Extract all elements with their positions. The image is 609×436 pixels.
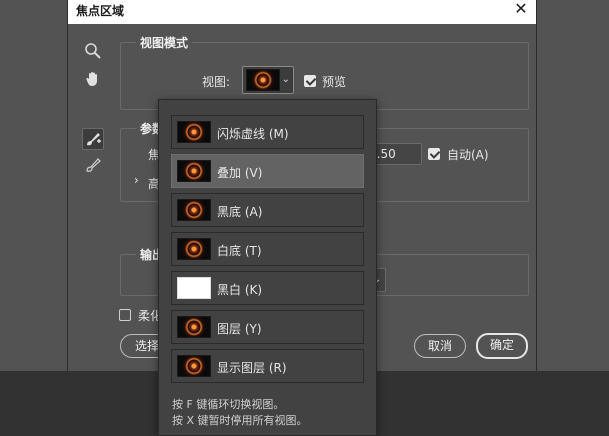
view-option-black-white[interactable]: 黑白 (K) [171, 271, 364, 305]
preview-label: 预览 [322, 75, 347, 89]
view-option-overlay[interactable]: 叠加 (V) [171, 154, 364, 188]
dialog-title: 焦点区域 [76, 4, 125, 18]
view-thumbnail [177, 160, 211, 182]
view-mode-title: 视图模式 [136, 34, 193, 51]
chevron-down-icon: ⌄ [281, 74, 290, 85]
view-option-label: 叠加 (V) [217, 166, 263, 180]
view-dropdown-button[interactable]: ⌄ [242, 66, 294, 94]
view-thumbnail [177, 277, 211, 299]
view-thumbnail [177, 199, 211, 221]
hand-icon [86, 72, 97, 86]
view-option-label: 显示图层 (R) [217, 361, 287, 375]
view-option-label: 黑白 (K) [217, 283, 263, 297]
focus-area-subtract-tool[interactable] [82, 154, 104, 176]
view-option-label: 图层 (Y) [217, 322, 262, 336]
view-label: 视图: [202, 75, 231, 89]
focus-area-add-tool[interactable] [82, 128, 104, 150]
view-thumbnail [177, 121, 211, 143]
zoom-tool[interactable] [82, 40, 104, 62]
brush-add-icon [87, 133, 101, 146]
dialog-titlebar: 焦点区域 ✕ [68, 0, 536, 24]
auto-checkbox[interactable] [428, 148, 440, 160]
hint-disable-views: 按 X 键暂时停用所有视图。 [172, 414, 308, 427]
close-icon[interactable]: ✕ [512, 0, 530, 18]
view-option-on-black[interactable]: 黑底 (A) [171, 193, 364, 227]
view-option-label: 白底 (T) [217, 244, 262, 258]
magnifier-icon [85, 43, 101, 59]
cancel-button[interactable]: 取消 [414, 334, 466, 358]
view-option-label: 黑底 (A) [217, 205, 263, 219]
view-thumbnail [246, 69, 280, 91]
preview-checkbox[interactable] [304, 75, 316, 87]
view-option-label: 闪烁虚线 (M) [217, 127, 289, 141]
view-thumbnail [177, 316, 211, 338]
advanced-chevron-icon[interactable]: › [134, 173, 139, 187]
view-option-marching-ants[interactable]: 闪烁虚线 (M) [171, 115, 364, 149]
workspace-right [537, 0, 609, 371]
hand-tool[interactable] [82, 68, 104, 90]
view-thumbnail [177, 238, 211, 260]
view-option-reveal-layer[interactable]: 显示图层 (R) [171, 349, 364, 383]
hint-cycle-views: 按 F 键循环切换视图。 [172, 398, 285, 411]
view-option-layer[interactable]: 图层 (Y) [171, 310, 364, 344]
view-option-on-white[interactable]: 白底 (T) [171, 232, 364, 266]
view-dropdown-menu: 闪烁虚线 (M) 叠加 (V) 黑底 (A) 白底 (T) 黑白 (K) 图层 … [158, 99, 377, 436]
ok-button[interactable]: 确定 [476, 333, 528, 359]
auto-label: 自动(A) [447, 148, 489, 162]
soften-edges-checkbox[interactable] [119, 309, 131, 321]
brush-subtract-icon [86, 158, 101, 172]
view-thumbnail [177, 355, 211, 377]
